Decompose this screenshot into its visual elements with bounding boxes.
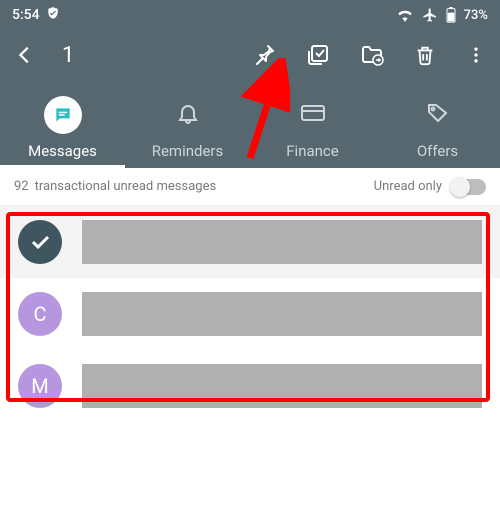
message-preview-redacted bbox=[82, 364, 482, 408]
message-row[interactable]: M bbox=[0, 350, 500, 422]
battery-icon bbox=[446, 7, 456, 23]
overflow-menu-button[interactable] bbox=[466, 45, 486, 65]
message-row[interactable]: C bbox=[0, 278, 500, 350]
tab-label: Offers bbox=[417, 142, 458, 160]
back-button[interactable] bbox=[14, 44, 36, 66]
avatar[interactable]: C bbox=[18, 292, 62, 336]
selection-action-bar: 1 bbox=[0, 30, 500, 80]
clock: 5:54 bbox=[12, 7, 40, 23]
tab-finance[interactable]: Finance bbox=[250, 80, 375, 168]
message-preview-redacted bbox=[82, 292, 482, 336]
message-preview-redacted bbox=[82, 220, 482, 264]
message-row-selected[interactable] bbox=[0, 206, 500, 278]
toggle-label: Unread only bbox=[374, 179, 442, 194]
airplane-icon bbox=[422, 7, 438, 23]
wifi-icon bbox=[396, 8, 414, 22]
delete-button[interactable] bbox=[414, 44, 436, 66]
filter-bar: 92 transactional unread messages Unread … bbox=[0, 168, 500, 206]
avatar[interactable]: M bbox=[18, 364, 62, 408]
tab-label: Messages bbox=[28, 142, 97, 160]
pin-button[interactable] bbox=[252, 43, 276, 67]
avatar-selected-check[interactable] bbox=[18, 220, 62, 264]
tag-icon bbox=[426, 101, 450, 129]
selected-count: 1 bbox=[62, 43, 74, 68]
tab-reminders[interactable]: Reminders bbox=[125, 80, 250, 168]
shield-icon bbox=[46, 6, 60, 24]
move-to-folder-button[interactable] bbox=[360, 43, 384, 67]
filter-label: transactional unread messages bbox=[35, 179, 217, 194]
card-icon bbox=[300, 103, 326, 127]
category-tabs: Messages Reminders Finance Offers bbox=[0, 80, 500, 168]
tab-label: Finance bbox=[286, 142, 338, 160]
message-list: C M bbox=[0, 206, 500, 422]
bell-icon bbox=[176, 101, 200, 129]
tab-messages[interactable]: Messages bbox=[0, 80, 125, 168]
tab-label: Reminders bbox=[152, 142, 224, 160]
unread-only-toggle[interactable] bbox=[452, 179, 486, 195]
message-icon bbox=[44, 96, 82, 134]
battery-percent: 73% bbox=[464, 8, 488, 23]
status-bar: 5:54 73% bbox=[0, 0, 500, 30]
select-all-button[interactable] bbox=[306, 43, 330, 67]
tab-offers[interactable]: Offers bbox=[375, 80, 500, 168]
unread-count: 92 bbox=[14, 179, 29, 194]
